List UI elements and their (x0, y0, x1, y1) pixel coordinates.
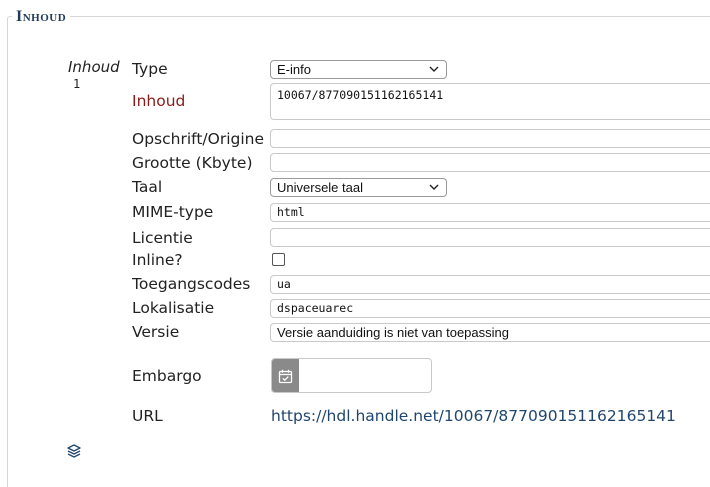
embargo-date-field[interactable] (271, 358, 432, 393)
opschrift-label: Opschrift/Origine (132, 130, 265, 148)
mime-label: MIME-type (132, 203, 214, 221)
toegang-label: Toegangscodes (132, 275, 251, 293)
versie-label: Versie (132, 323, 180, 341)
lokalisatie-input[interactable]: dspaceuarec (270, 299, 710, 318)
grootte-input[interactable] (270, 153, 710, 172)
group-label: Inhoud (68, 58, 120, 76)
handle-url-link[interactable]: https://hdl.handle.net/10067/87709015116… (271, 407, 676, 425)
inhoud-textarea[interactable]: 10067/877090151162165141 (270, 83, 710, 120)
group-index: 1 (73, 77, 81, 91)
type-select-value: E-info (277, 62, 311, 77)
taal-label: Taal (132, 178, 163, 196)
taal-select-value: Universele taal (277, 180, 363, 195)
lokalisatie-label: Lokalisatie (132, 299, 215, 317)
toegang-input[interactable]: ua (270, 275, 710, 294)
chevron-down-icon (429, 61, 439, 82)
versie-select[interactable]: Versie aanduiding is niet van toepassing (270, 323, 710, 342)
inline-checkbox[interactable] (272, 253, 285, 266)
calendar-check-icon[interactable] (272, 359, 299, 392)
embargo-label: Embargo (132, 367, 202, 385)
inline-label: Inline? (132, 251, 183, 269)
type-label: Type (132, 60, 168, 78)
opschrift-input[interactable] (270, 129, 710, 148)
layers-icon[interactable] (67, 443, 81, 462)
licentie-label: Licentie (132, 229, 193, 247)
fieldset-legend: Inhoud (12, 8, 71, 26)
url-label: URL (132, 407, 163, 425)
taal-select[interactable]: Universele taal (270, 178, 447, 197)
type-select[interactable]: E-info (270, 60, 447, 79)
mime-input[interactable]: html (270, 203, 710, 222)
inhoud-label: Inhoud (132, 92, 186, 110)
chevron-down-icon (429, 179, 439, 200)
grootte-label: Grootte (Kbyte) (132, 154, 253, 172)
licentie-input[interactable] (270, 228, 710, 247)
